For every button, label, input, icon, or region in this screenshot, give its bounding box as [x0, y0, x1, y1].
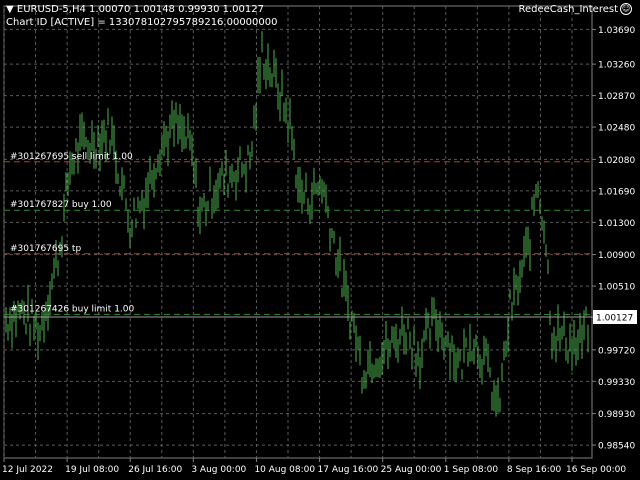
plot-frame: [3, 5, 593, 459]
symbol-info: ▼ EURUSD-5,H4 1.00070 1.00148 0.99930 1.…: [6, 4, 264, 15]
order-line-label: #301267695 sell limit 1.00: [10, 152, 133, 162]
x-tick-label: 10 Aug 08:00: [254, 465, 315, 475]
x-tick-label: 17 Aug 16:00: [318, 465, 379, 475]
x-tick-label: 3 Aug 00:00: [191, 465, 246, 475]
y-tick-label: 0.98930: [598, 410, 635, 420]
x-tick-label: 26 Jul 16:00: [128, 465, 182, 475]
y-tick-label: 1.02080: [598, 156, 635, 166]
order-line-label: #301767827 buy 1.00: [10, 200, 112, 210]
x-tick-label: 8 Sep 16:00: [507, 465, 562, 475]
y-tick-label: 0.99720: [598, 346, 635, 356]
y-tick-label: 1.03690: [598, 26, 635, 36]
y-tick-label: 1.03260: [598, 61, 635, 71]
indicator-label: RedeeCash_Interest: [518, 4, 619, 15]
y-tick-label: 0.99330: [598, 378, 635, 388]
order-line-label: #301267426 buy limit 1.00: [10, 304, 135, 314]
y-tick-label: 1.00510: [598, 283, 635, 293]
y-tick-label: 1.02480: [598, 124, 635, 134]
price-chart[interactable]: 1.03690 1.03260 1.02870 1.02480 1.02080 1.016…: [0, 0, 640, 480]
current-price-label: 1.00127: [596, 313, 633, 323]
order-line-label: #301767695 tp: [10, 244, 81, 254]
chart-id-info: Chart ID [ACTIVE] = 133078102795789216.0…: [6, 17, 278, 28]
x-tick-label: 12 Jul 2022: [2, 465, 53, 475]
y-tick-label: 1.00900: [598, 251, 635, 261]
x-tick-label: 1 Sep 08:00: [444, 465, 499, 475]
y-tick-label: 1.01300: [598, 219, 635, 229]
x-tick-label: 25 Aug 00:00: [381, 465, 442, 475]
y-tick-label: 1.01690: [598, 187, 635, 197]
chart-canvas[interactable]: 1.03690 1.03260 1.02870 1.02480 1.02080 1.016…: [0, 0, 640, 480]
smiley-icon[interactable]: ☺: [620, 3, 632, 15]
x-tick-label: 19 Jul 08:00: [65, 465, 119, 475]
y-tick-label: 0.98540: [598, 442, 635, 452]
y-tick-label: 1.02870: [598, 92, 635, 102]
x-tick-label: 16 Sep 00:00: [566, 465, 626, 475]
